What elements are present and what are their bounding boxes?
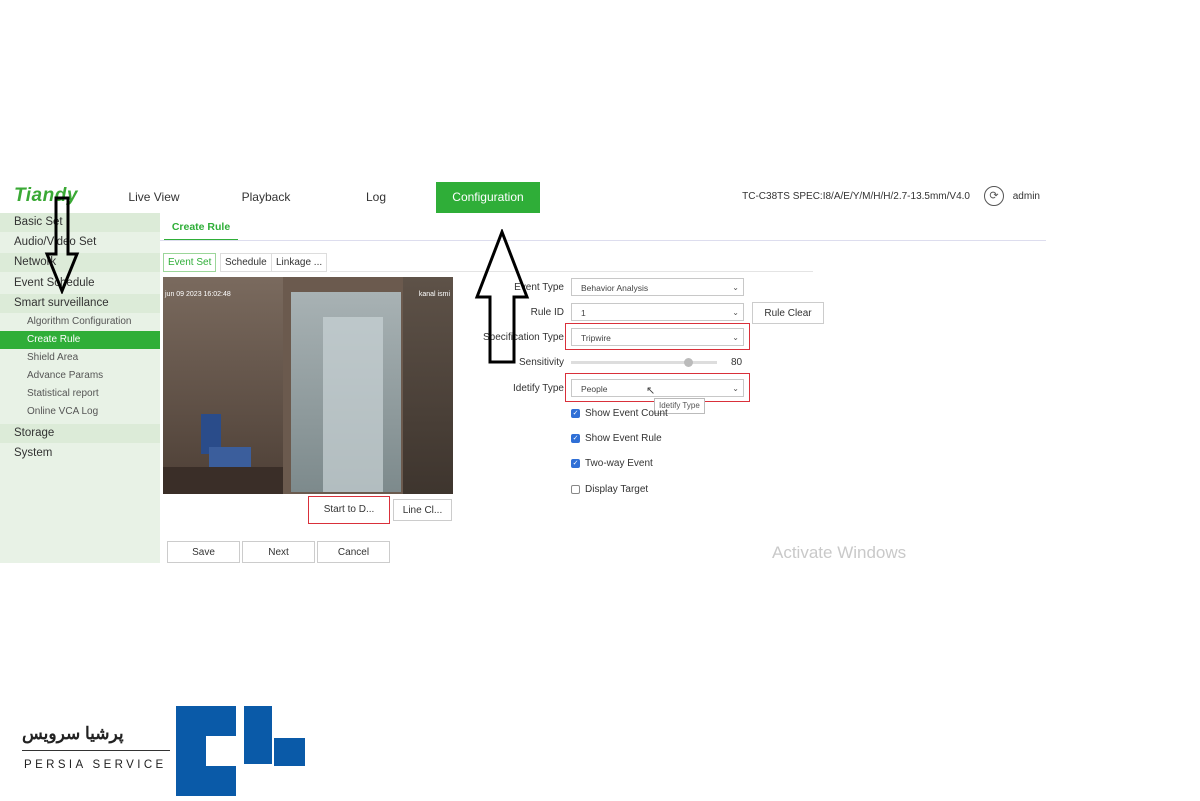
up-arrow-icon <box>474 229 530 365</box>
video-preview[interactable]: jun 09 2023 16:02:48 kanal ismi <box>163 277 453 494</box>
sidebar-sub-online-vca-log[interactable]: Online VCA Log <box>0 403 160 421</box>
sidebar-item-system[interactable]: System <box>0 444 160 462</box>
show-event-count-label: Show Event Count <box>585 408 668 419</box>
save-button[interactable]: Save <box>167 541 240 563</box>
chevron-down-icon: ⌄ <box>732 333 739 342</box>
sidebar-sub-statistical-report[interactable]: Statistical report <box>0 385 160 403</box>
chevron-down-icon: ⌄ <box>732 308 739 317</box>
sidebar: Basic Set Audio/Video Set Network Event … <box>0 213 160 563</box>
brand-name-english: PERSIA SERVICE <box>24 759 167 771</box>
nav-playback[interactable]: Playback <box>216 182 316 213</box>
sidebar-sub-shield-area[interactable]: Shield Area <box>0 349 160 367</box>
display-target-checkbox[interactable] <box>571 485 580 494</box>
sensitivity-slider[interactable] <box>571 361 717 364</box>
top-navigation-bar: Tiandy Live View Playback Log Configurat… <box>0 182 1046 214</box>
show-event-rule-checkbox[interactable]: ✓ <box>571 434 580 443</box>
next-button[interactable]: Next <box>242 541 315 563</box>
tab-create-rule[interactable]: Create Rule <box>164 215 238 241</box>
user-icon[interactable]: ⟳ <box>984 186 1004 206</box>
specification-type-select[interactable]: Tripwire ⌄ <box>571 328 744 346</box>
event-type-value: Behavior Analysis <box>581 283 649 293</box>
brand-divider <box>22 750 170 751</box>
line-clear-button[interactable]: Line Cl... <box>393 499 452 521</box>
chevron-down-icon: ⌄ <box>732 283 739 292</box>
brand-logo-svg <box>176 706 305 796</box>
main-content: Create Rule Event Set Schedule Linkage .… <box>160 213 1046 563</box>
display-target-label: Display Target <box>585 484 649 495</box>
subtab-linkage[interactable]: Linkage ... <box>271 253 328 272</box>
device-info: TC-C38TS SPEC:I8/A/E/Y/M/H/H/2.7-13.5mm/… <box>742 191 970 202</box>
nav-configuration[interactable]: Configuration <box>436 182 540 213</box>
sidebar-sub-algorithm-configuration[interactable]: Algorithm Configuration <box>0 313 160 331</box>
show-event-count-checkbox[interactable]: ✓ <box>571 409 580 418</box>
sidebar-item-event-schedule[interactable]: Event Schedule <box>0 274 160 292</box>
spec-type-value: Tripwire <box>581 333 611 343</box>
down-arrow-icon <box>44 196 80 294</box>
activate-windows-watermark: Activate Windows <box>772 543 907 562</box>
brand-block <box>274 738 305 766</box>
rule-clear-button[interactable]: Rule Clear <box>752 302 824 324</box>
mouse-cursor-icon: ↖ <box>646 385 656 397</box>
identify-type-value: People <box>581 384 608 394</box>
sidebar-sub-advance-params[interactable]: Advance Params <box>0 367 160 385</box>
chevron-down-icon: ⌄ <box>732 384 739 393</box>
start-to-draw-button[interactable]: Start to D... <box>308 496 390 524</box>
two-way-event-label: Two-way Event <box>585 458 653 469</box>
sidebar-item-audio-video-set[interactable]: Audio/Video Set <box>0 233 160 251</box>
cancel-button[interactable]: Cancel <box>317 541 390 563</box>
sidebar-item-network[interactable]: Network <box>0 253 160 272</box>
two-way-event-checkbox[interactable]: ✓ <box>571 459 580 468</box>
sidebar-item-basic-set[interactable]: Basic Set <box>0 213 160 232</box>
video-scene-desk <box>163 467 283 494</box>
nav-live-view[interactable]: Live View <box>104 182 204 213</box>
video-timestamp: jun 09 2023 16:02:48 <box>165 291 231 298</box>
subtab-divider <box>330 271 813 272</box>
brand-logo-mark <box>176 706 306 796</box>
brand-name-persian: پرشیا سرویس <box>22 724 124 743</box>
rule-id-select[interactable]: 1 ⌄ <box>571 303 744 321</box>
tab-divider <box>160 240 1046 241</box>
subtab-event-set[interactable]: Event Set <box>163 253 217 272</box>
rule-id-value: 1 <box>581 308 586 318</box>
sidebar-item-smart-surveillance[interactable]: Smart surveillance <box>0 294 160 313</box>
identify-type-select[interactable]: People ⌄ <box>571 379 744 397</box>
nav-log[interactable]: Log <box>326 182 426 213</box>
brand-block <box>244 706 272 764</box>
sidebar-sub-create-rule[interactable]: Create Rule <box>0 331 160 349</box>
sensitivity-value: 80 <box>731 357 743 368</box>
video-scene-glass <box>323 317 383 492</box>
sidebar-item-storage[interactable]: Storage <box>0 424 160 443</box>
sensitivity-slider-handle[interactable] <box>683 358 693 367</box>
event-type-select[interactable]: Behavior Analysis ⌄ <box>571 278 744 296</box>
identify-type-label: Idetify Type <box>513 383 564 394</box>
show-event-rule-label: Show Event Rule <box>585 433 662 444</box>
brand-block-cutout <box>206 736 236 766</box>
username[interactable]: admin <box>1013 191 1040 202</box>
subtab-schedule[interactable]: Schedule <box>220 253 272 272</box>
